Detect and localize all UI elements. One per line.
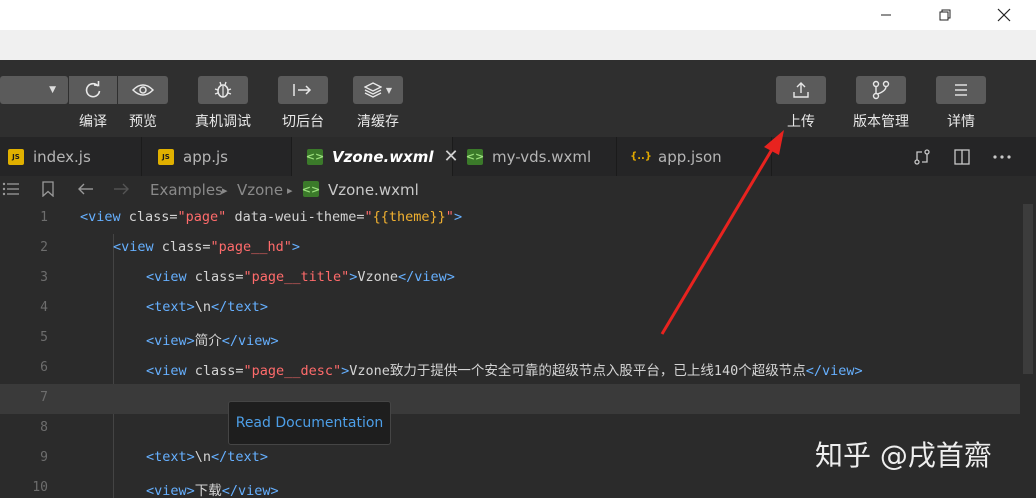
code-text: <view>简介</view> xyxy=(146,333,279,349)
code-line[interactable]: 2 <view class="page__hd"> xyxy=(0,234,1036,264)
clear-cache-dropdown[interactable]: ▼ xyxy=(353,76,403,104)
clear-cache-label: 清缓存 xyxy=(357,114,399,130)
line-number: 4 xyxy=(40,300,48,315)
remote-debug-button[interactable] xyxy=(198,76,248,104)
code-line[interactable]: 6 <view class="page__desc">Vzone致力于提供一个安… xyxy=(0,354,1036,384)
code-text: <text>\n</text> xyxy=(146,299,268,315)
layers-icon xyxy=(363,82,382,98)
mode-dropdown[interactable]: ▼ xyxy=(0,76,68,104)
version-management-label: 版本管理 xyxy=(853,114,909,130)
code-line[interactable]: 4 <text>\n</text> xyxy=(0,294,1036,324)
code-text: <view>下载</view> xyxy=(146,483,279,498)
watermark: 知乎 @戌首齋 xyxy=(815,439,992,472)
tab-app-js[interactable]: JS app.js xyxy=(142,137,292,176)
details-label: 详情 xyxy=(947,114,975,130)
code-text: <view class="page" data-weui-theme="{{th… xyxy=(80,209,463,225)
current-code-line[interactable]: 7 xyxy=(0,384,1036,414)
line-number: 7 xyxy=(40,390,48,405)
tab-label: app.json xyxy=(658,147,722,166)
bug-icon xyxy=(214,81,232,98)
wxml-file-icon: <> xyxy=(305,148,325,165)
editor-tab-bar: JS index.js JS app.js <> Vzone.wxml ✕ <>… xyxy=(0,137,1036,176)
switch-background-label: 切后台 xyxy=(282,114,324,130)
eye-icon xyxy=(132,84,154,96)
tab-label: index.js xyxy=(33,147,91,166)
remote-debug-label: 真机调试 xyxy=(195,114,251,130)
minimize-icon[interactable] xyxy=(856,0,916,30)
breadcrumb: Examples ▸ Vzone ▸ <> Vzone.wxml xyxy=(0,176,1036,204)
tab-vzone-wxml[interactable]: <> Vzone.wxml ✕ xyxy=(292,137,459,176)
tab-app-json[interactable]: {..} app.json xyxy=(617,137,772,176)
breadcrumb-file[interactable]: Vzone.wxml xyxy=(328,181,419,199)
tab-index-js[interactable]: JS index.js xyxy=(0,137,142,176)
line-number: 5 xyxy=(40,330,48,345)
chevron-right-icon: ▸ xyxy=(222,184,228,197)
breadcrumb-folder[interactable]: Examples xyxy=(150,181,223,199)
compile-button[interactable] xyxy=(69,76,117,104)
tooltip-label: Read Documentation xyxy=(235,415,384,431)
tab-label: app.js xyxy=(183,147,228,166)
read-documentation-tooltip[interactable]: Read Documentation xyxy=(228,401,391,445)
js-file-icon: JS xyxy=(158,148,174,165)
refresh-icon xyxy=(85,81,101,98)
line-number: 8 xyxy=(40,420,48,435)
preview-button[interactable] xyxy=(118,76,168,104)
details-button[interactable] xyxy=(936,76,986,104)
json-file-icon: {..} xyxy=(630,151,652,162)
code-line[interactable]: 1 <view class="page" data-weui-theme="{{… xyxy=(0,204,1036,234)
wxml-file-icon: <> xyxy=(465,148,485,165)
tab-label: Vzone.wxml xyxy=(332,147,434,166)
bookmark-icon[interactable] xyxy=(41,181,55,201)
branch-icon xyxy=(872,80,890,100)
line-number: 1 xyxy=(40,210,48,225)
tab-my-vds-wxml[interactable]: <> my-vds.wxml xyxy=(453,137,617,176)
upload-button[interactable] xyxy=(776,76,826,104)
line-number: 6 xyxy=(40,360,48,375)
code-line[interactable]: 5 <view>简介</view> xyxy=(0,324,1036,354)
line-number: 2 xyxy=(40,240,48,255)
code-text: <text>\n</text> xyxy=(146,449,268,465)
code-text: <view class="page__hd"> xyxy=(113,239,300,255)
toolbar: ▼ ▼ 编译 预览 真机调试 切后台 清缓存 上传 版本管理 详情 xyxy=(0,60,1036,137)
editor-scrollbar[interactable] xyxy=(1020,204,1036,498)
compare-changes-icon[interactable] xyxy=(912,147,932,167)
js-file-icon: JS xyxy=(8,148,24,165)
tab-label: my-vds.wxml xyxy=(492,147,592,166)
compile-label: 编译 xyxy=(79,114,107,130)
line-number: 9 xyxy=(40,450,48,465)
split-editor-icon[interactable] xyxy=(952,147,972,167)
preview-label: 预览 xyxy=(129,114,157,130)
switch-background-button[interactable] xyxy=(278,76,328,104)
chevron-right-icon: ▸ xyxy=(287,184,293,197)
restore-icon[interactable] xyxy=(915,0,975,30)
line-number: 10 xyxy=(32,480,48,495)
scrollbar-thumb[interactable] xyxy=(1023,204,1033,374)
chevron-down-icon: ▼ xyxy=(49,85,56,95)
menu-strip xyxy=(0,30,1036,60)
chevron-down-icon: ▼ xyxy=(385,85,393,95)
version-management-button[interactable] xyxy=(856,76,906,104)
line-number: 3 xyxy=(40,270,48,285)
upload-icon xyxy=(793,82,809,98)
code-line[interactable]: 3 <view class="page__title">Vzone</view> xyxy=(0,264,1036,294)
window-title-bar xyxy=(0,0,1036,30)
wxml-file-icon: <> xyxy=(301,181,321,197)
upload-label: 上传 xyxy=(787,114,815,130)
forward-arrow-icon[interactable] xyxy=(112,182,130,200)
menu-icon xyxy=(955,84,967,96)
switch-background-icon xyxy=(293,84,312,96)
code-line[interactable]: 10 <view>下载</view> xyxy=(0,474,1036,498)
breadcrumb-subfolder[interactable]: Vzone xyxy=(237,181,283,199)
more-actions-icon[interactable] xyxy=(992,147,1012,167)
code-text: <view class="page__title">Vzone</view> xyxy=(146,269,455,285)
back-arrow-icon[interactable] xyxy=(77,182,95,200)
code-text: <view class="page__desc">Vzone致力于提供一个安全可… xyxy=(146,363,863,379)
close-icon[interactable] xyxy=(974,0,1034,30)
outline-list-icon[interactable] xyxy=(2,182,20,200)
